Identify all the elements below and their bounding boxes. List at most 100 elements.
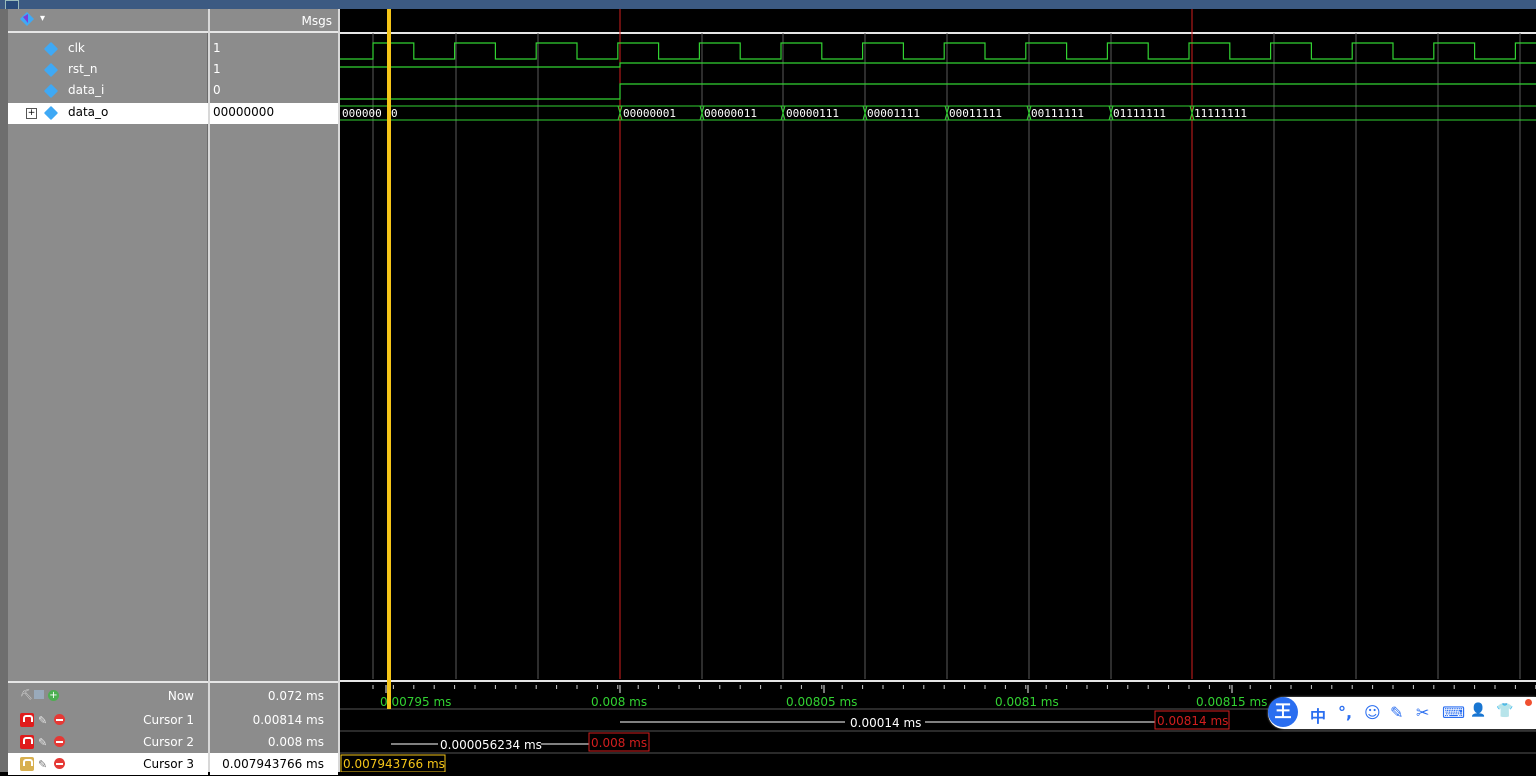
expand-icon[interactable]: + <box>26 108 37 119</box>
signal-value: 00000000 <box>213 105 275 119</box>
cursor-value: 0.00814 ms <box>252 713 324 727</box>
bus-value: 00000111 <box>786 107 839 120</box>
ime-logo[interactable]: 王 <box>1268 697 1298 727</box>
cursor-tool-icon[interactable]: ⛏ <box>20 690 33 701</box>
tick-label: 0.008 ms <box>591 695 647 709</box>
signal-name: data_o <box>68 105 109 119</box>
signal-row-rst-n[interactable]: rst_n <box>8 60 208 81</box>
cursor-row-now: ⛏ + Now <box>8 685 208 707</box>
tick-label: 0.00815 ms <box>1196 695 1267 709</box>
cursor-value: 0.072 ms <box>267 689 324 703</box>
value-row: 1 <box>210 39 338 60</box>
signal-name: clk <box>68 41 85 55</box>
names-values-splitter[interactable] <box>208 9 210 772</box>
notification-dot <box>1525 699 1532 706</box>
cursor1-tag: 0.00814 ms <box>1157 714 1228 728</box>
lock-icon[interactable] <box>20 735 34 749</box>
cursor-value-row: 0.00814 ms <box>210 709 338 731</box>
cursor3-tag: 0.007943766 ms <box>343 757 445 771</box>
bus-value: 0 <box>391 107 398 120</box>
signal-row-data-o[interactable]: + data_o <box>8 103 208 124</box>
bus-edge <box>340 105 620 121</box>
cursor-value-row: 0.072 ms <box>210 685 338 707</box>
pen-icon[interactable]: ✎ <box>1390 703 1403 722</box>
waveform-canvas[interactable]: 000000 0 00000001 00000011 00000111 00001111 0… <box>340 9 1536 679</box>
signal-names-pane: clk rst_n data_i + data_o <box>8 9 208 681</box>
names-header: ▾ <box>8 9 208 33</box>
cursor-value: 0.008 ms <box>267 735 324 749</box>
cursor-label: Now <box>167 689 194 703</box>
cursor3-line <box>387 9 391 679</box>
bus-value: 00001111 <box>867 107 920 120</box>
lock-icon[interactable] <box>20 713 34 727</box>
value-row: 1 <box>210 60 338 81</box>
cursor-icons: ✎ <box>20 734 80 750</box>
signal-value: 1 <box>213 62 221 76</box>
pencil-icon[interactable]: ✎ <box>38 736 47 749</box>
skin-icon[interactable]: 👕 <box>1496 703 1513 719</box>
cursor-row-1[interactable]: ✎ Cursor 1 <box>8 709 208 731</box>
cursor-values-pane: 0.072 ms 0.00814 ms 0.008 ms 0.007943766… <box>210 681 338 775</box>
delta-label: 0.00014 ms <box>850 716 921 730</box>
chevron-down-icon[interactable]: ▾ <box>40 13 45 24</box>
add-cursor-icon[interactable]: + <box>48 690 59 701</box>
signal-icon <box>43 83 59 99</box>
cursor-icons: ✎ <box>20 756 80 772</box>
window-titlebar <box>0 0 1536 10</box>
values-header: Msgs <box>210 9 338 33</box>
bus-value: 00011111 <box>949 107 1002 120</box>
emoji-icon[interactable]: ☺ <box>1364 703 1381 722</box>
cursor-label: Cursor 2 <box>143 735 194 749</box>
remove-cursor-icon[interactable] <box>54 736 65 747</box>
ime-toolbar[interactable]: 王 中 °, ☺ ✎ ✂ ⌨ 👤 👕 <box>1268 697 1536 729</box>
cursor-icons: ✎ <box>20 712 80 728</box>
user-icon[interactable]: 👤 <box>1470 703 1486 718</box>
keyboard-icon[interactable]: ⌨ <box>1442 703 1465 722</box>
cursor-row-2[interactable]: ✎ Cursor 2 <box>8 731 208 753</box>
cursor2-tag: 0.008 ms <box>591 736 647 750</box>
signal-row-data-i[interactable]: data_i <box>8 81 208 102</box>
cursor-value-row: 0.008 ms <box>210 731 338 753</box>
signal-name: data_i <box>68 83 105 97</box>
cursor-names-pane: ⛏ + Now ✎ Cursor 1 ✎ Cursor 2 ✎ Cursor 3 <box>8 681 208 775</box>
signal-name: rst_n <box>68 62 98 76</box>
tick-label: 0.00805 ms <box>786 695 857 709</box>
remove-cursor-icon[interactable] <box>54 758 65 769</box>
msgs-header-label: Msgs <box>301 14 332 28</box>
value-row: 0 <box>210 81 338 102</box>
data-i-wave <box>340 83 1536 100</box>
signal-values-pane: 1 1 0 00000000 <box>210 9 338 681</box>
signal-value: 1 <box>213 41 221 55</box>
cursor-label: Cursor 3 <box>143 757 194 771</box>
signal-row-clk[interactable]: clk <box>8 39 208 60</box>
bus-value: 000000 <box>342 107 382 120</box>
signal-icon <box>43 105 59 121</box>
lock-icon[interactable] <box>20 757 34 771</box>
waveform-pane[interactable]: 000000 0 00000001 00000011 00000111 00001111 0… <box>340 9 1536 679</box>
pencil-icon[interactable]: ✎ <box>38 714 47 727</box>
rst-n-wave <box>340 62 1536 68</box>
wave-toolbar-icon[interactable] <box>20 12 34 26</box>
cursor-value: 0.007943766 ms <box>222 757 324 771</box>
tick-label: 0.0081 ms <box>995 695 1059 709</box>
bus-value: 11111111 <box>1194 107 1247 120</box>
signal-icon <box>43 62 59 78</box>
bus-value: 00000011 <box>704 107 757 120</box>
cursor-label: Cursor 1 <box>143 713 194 727</box>
bus-value: 00000001 <box>623 107 676 120</box>
remove-cursor-icon[interactable] <box>54 714 65 725</box>
monitor-icon[interactable] <box>34 690 44 699</box>
signal-icon <box>43 41 59 57</box>
cursor-toolbar-icons[interactable]: ⛏ + <box>20 688 80 704</box>
delta-label: 0.000056234 ms <box>440 738 542 752</box>
scissors-icon[interactable]: ✂ <box>1416 703 1429 722</box>
bus-value: 01111111 <box>1113 107 1166 120</box>
cursor3-timeline-line <box>387 679 391 709</box>
chinese-mode-icon[interactable]: 中 <box>1310 703 1326 727</box>
clk-wave <box>340 42 1536 60</box>
left-splitter[interactable] <box>0 9 8 772</box>
bus-value: 00111111 <box>1031 107 1084 120</box>
pencil-icon[interactable]: ✎ <box>38 758 47 771</box>
value-row-selected: 00000000 <box>210 103 338 124</box>
punctuation-icon[interactable]: °, <box>1338 703 1352 722</box>
